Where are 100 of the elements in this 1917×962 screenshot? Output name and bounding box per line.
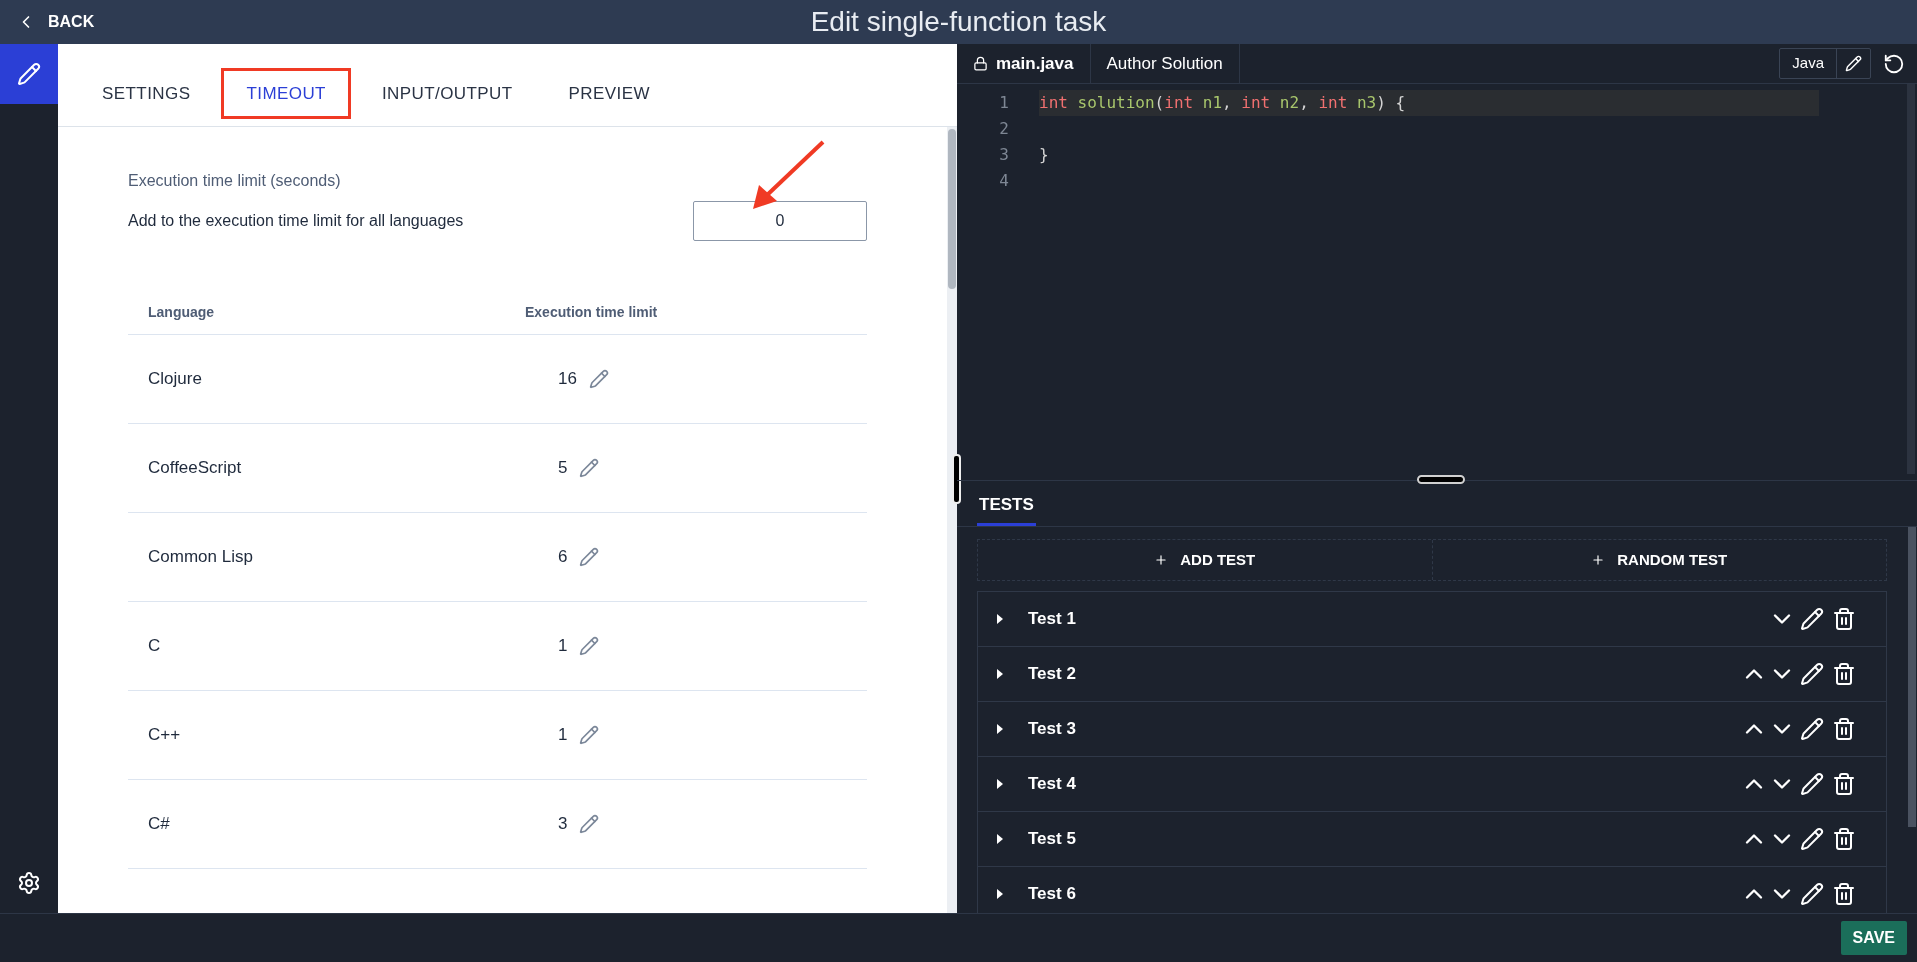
split-handle[interactable]: [1417, 475, 1465, 484]
limit-value: 1: [558, 724, 568, 747]
limit-value: 3: [558, 813, 568, 836]
edit-test-button[interactable]: [1800, 772, 1824, 796]
edit-button[interactable]: [579, 725, 600, 745]
trash-icon: [1832, 717, 1856, 741]
test-row[interactable]: Test 1: [978, 592, 1886, 647]
delete-test-button[interactable]: [1832, 882, 1856, 906]
pencil-icon: [1800, 717, 1824, 741]
pencil-icon: [579, 547, 600, 567]
test-name: Test 3: [1028, 718, 1076, 741]
section-title: Execution time limit (seconds): [128, 171, 342, 191]
language-cell-text: CoffeeScript: [147, 457, 243, 480]
page-title: Edit single-function task: [810, 5, 1107, 39]
plus-icon: [1154, 553, 1169, 567]
pencil-icon: [1800, 662, 1824, 686]
trash-icon: [1832, 882, 1856, 906]
delete-test-button[interactable]: [1832, 717, 1856, 741]
tab[interactable]: PREVIEW: [546, 70, 672, 116]
edit-tool-button[interactable]: [0, 44, 58, 104]
pencil-icon: [17, 62, 41, 86]
tab[interactable]: INPUT/OUTPUT: [359, 70, 535, 116]
pencil-icon: [1800, 772, 1824, 796]
editor-scrollbar[interactable]: [1907, 84, 1915, 474]
expand-icon: [996, 888, 1004, 900]
edit-test-button[interactable]: [1800, 717, 1824, 741]
test-name: Test 2: [1028, 663, 1076, 686]
edit-button[interactable]: [579, 814, 600, 834]
trash-icon: [1832, 607, 1856, 631]
lock-icon: [973, 56, 988, 71]
test-row[interactable]: Test 2: [978, 647, 1886, 702]
expand-icon: [996, 723, 1004, 735]
tests-scrollbar[interactable]: [1908, 527, 1916, 827]
panel-resize-handle[interactable]: [952, 454, 961, 504]
edit-button[interactable]: [579, 636, 600, 656]
edit-test-button[interactable]: [1800, 827, 1824, 851]
pencil-icon: [1800, 882, 1824, 906]
save-button[interactable]: SAVE: [1840, 921, 1907, 955]
file-tab[interactable]: Author Solution: [1090, 44, 1240, 83]
edit-button[interactable]: [579, 458, 600, 478]
back-button[interactable]: BACK: [0, 10, 95, 34]
test-name: Test 6: [1028, 883, 1076, 906]
pencil-icon: [1800, 607, 1824, 631]
language-cell-text: Common Lisp: [147, 546, 254, 569]
column-header: Execution time limit: [525, 303, 658, 322]
test-name: Test 4: [1028, 773, 1076, 796]
limit-value: 5: [558, 457, 568, 480]
scrollbar-thumb[interactable]: [948, 129, 956, 289]
edit-test-button[interactable]: [1800, 662, 1824, 686]
expand-icon: [996, 778, 1004, 790]
file-tab[interactable]: main.java: [957, 44, 1091, 83]
delete-test-button[interactable]: [1832, 827, 1856, 851]
line-number: 2: [998, 118, 1009, 140]
pencil-icon: [1800, 827, 1824, 851]
tab[interactable]: TIMEOUT: [224, 70, 348, 116]
reset-icon: [1883, 52, 1905, 75]
field-label: Add to the execution time limit for all languages: [128, 211, 464, 231]
limit-value: 6: [558, 546, 568, 569]
edit-test-button[interactable]: [1800, 607, 1824, 631]
trash-icon: [1832, 772, 1856, 796]
random-test-button[interactable]: RANDOM TEST: [1432, 540, 1886, 580]
language-cell-text: C: [147, 635, 162, 658]
time-limit-field[interactable]: 0: [693, 201, 867, 241]
settings-icon: [17, 871, 41, 895]
column-header: Language: [147, 303, 216, 322]
limit-value: 16: [558, 368, 577, 391]
pencil-icon: [579, 458, 600, 478]
test-name: Test 5: [1028, 828, 1076, 851]
pencil-icon: [1845, 55, 1862, 72]
pencil-icon: [579, 725, 600, 745]
edit-test-button[interactable]: [1800, 882, 1824, 906]
plus-icon: [1591, 553, 1606, 567]
limit-value: 1: [558, 635, 568, 658]
expand-icon: [996, 833, 1004, 845]
tab[interactable]: SETTINGS: [80, 70, 213, 116]
language-cell-text: Clojure: [147, 368, 203, 391]
test-row[interactable]: Test 4: [978, 757, 1886, 812]
line-number: 3: [998, 144, 1009, 166]
code-line: }: [1039, 144, 1050, 166]
language-cell-text: C++: [147, 724, 182, 747]
language-label: Java: [1791, 53, 1825, 74]
test-name: Test 1: [1028, 608, 1076, 631]
line-number: 1: [998, 92, 1009, 114]
trash-icon: [1832, 662, 1856, 686]
pencil-icon: [579, 636, 600, 656]
tests-tab[interactable]: TESTS: [977, 491, 1036, 526]
test-row[interactable]: Test 3: [978, 702, 1886, 757]
delete-test-button[interactable]: [1832, 662, 1856, 686]
edit-button[interactable]: [588, 369, 609, 389]
pencil-icon: [588, 369, 609, 389]
expand-icon: [996, 668, 1004, 680]
line-number: 4: [998, 170, 1009, 192]
test-row[interactable]: Test 5: [978, 812, 1886, 867]
expand-icon: [996, 613, 1004, 625]
trash-icon: [1832, 827, 1856, 851]
edit-button[interactable]: [579, 547, 600, 567]
add-test-button[interactable]: ADD TEST: [978, 540, 1433, 580]
pencil-icon: [579, 814, 600, 834]
delete-test-button[interactable]: [1832, 772, 1856, 796]
delete-test-button[interactable]: [1832, 607, 1856, 631]
